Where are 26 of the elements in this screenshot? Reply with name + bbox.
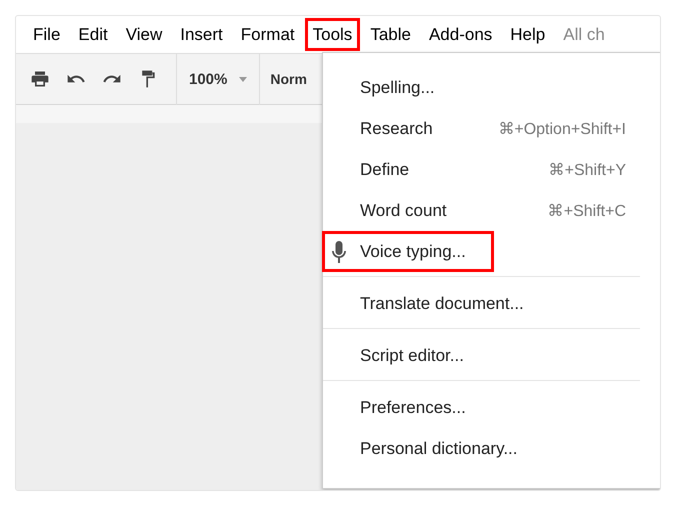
menu-item[interactable]: Insert: [172, 18, 231, 51]
menu-option[interactable]: Personal dictionary...: [322, 428, 640, 469]
menu-item[interactable]: View: [118, 18, 170, 51]
menu-item[interactable]: Help: [502, 18, 554, 51]
menu-item[interactable]: Tools: [304, 18, 360, 51]
menu-option[interactable]: Preferences...: [322, 387, 640, 428]
style-select[interactable]: Norm: [270, 71, 307, 87]
menu-item[interactable]: Table: [362, 18, 419, 51]
menu-item[interactable]: File: [25, 18, 68, 51]
shortcut-text: ⌘+Shift+C: [548, 202, 626, 220]
menu-option[interactable]: Spelling...: [322, 67, 640, 108]
menu-item[interactable]: Format: [232, 18, 303, 51]
menu-item[interactable]: Edit: [70, 18, 116, 51]
menu-item[interactable]: Add-ons: [420, 18, 500, 51]
menu-option[interactable]: Script editor...: [322, 335, 640, 376]
microphone-icon: [332, 241, 346, 263]
shortcut-text: ⌘+Shift+Y: [548, 160, 626, 180]
menu-option[interactable]: Translate document...: [322, 283, 640, 324]
menu-option[interactable]: Define ⌘+Shift+Y: [322, 149, 640, 190]
shortcut-text: ⌘+Option+Shift+I: [498, 120, 626, 138]
menu-option[interactable]: Voice typing...: [322, 231, 494, 272]
menu-option[interactable]: Word count ⌘+Shift+C: [322, 190, 640, 231]
save-status[interactable]: All ch: [563, 24, 605, 44]
zoom-select[interactable]: 100%: [189, 70, 228, 88]
menu-option[interactable]: Research ⌘+Option+Shift+I: [322, 108, 640, 149]
caret-icon[interactable]: [239, 76, 248, 82]
